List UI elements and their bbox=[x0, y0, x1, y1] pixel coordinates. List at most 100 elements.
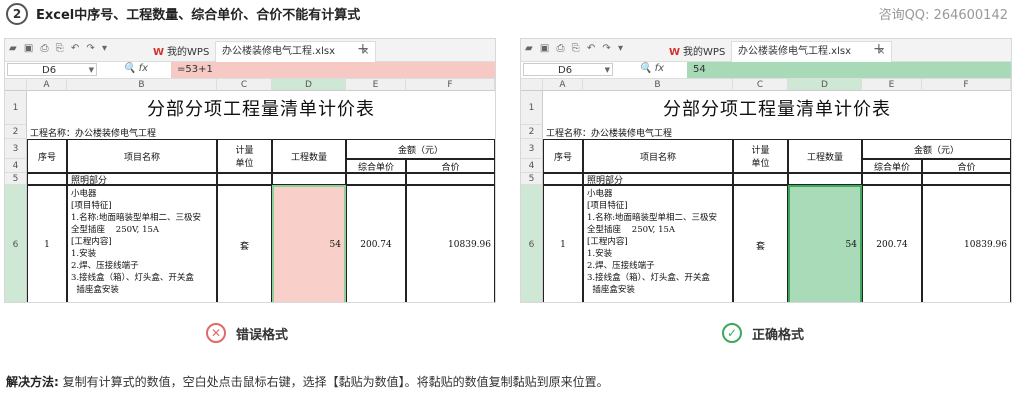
error-x-icon: ✕ bbox=[206, 323, 226, 343]
formula-input[interactable]: =53+1 bbox=[171, 62, 495, 78]
item-unit-price[interactable]: 200.74 bbox=[346, 185, 406, 302]
header-unit[interactable]: 计量 单位 bbox=[217, 139, 272, 173]
row-header-1[interactable]: 1 bbox=[521, 91, 543, 125]
header-amount[interactable]: 金额（元） bbox=[862, 139, 1011, 159]
row-header-5[interactable]: 5 bbox=[521, 173, 543, 185]
header-unit[interactable]: 计量 单位 bbox=[733, 139, 788, 173]
tab-file[interactable]: 办公楼装修电气工程.xlsx × bbox=[215, 41, 377, 62]
cell-f5[interactable] bbox=[922, 173, 1011, 185]
section-label[interactable]: 照明部分 bbox=[583, 173, 733, 186]
col-header-e[interactable]: E bbox=[862, 79, 922, 91]
wps-logo-icon: W bbox=[153, 47, 165, 58]
qq-contact: 咨询QQ: 264600142 bbox=[878, 8, 1008, 23]
item-seq[interactable]: 1 bbox=[27, 185, 67, 302]
cell-c5[interactable] bbox=[733, 173, 788, 185]
row-header-2[interactable]: 2 bbox=[521, 125, 543, 139]
formula-input[interactable]: 54 bbox=[687, 62, 1011, 78]
step-number-badge: 2 bbox=[6, 3, 28, 25]
tab-my-wps[interactable]: W 我的WPS bbox=[669, 43, 725, 58]
cell-a5[interactable] bbox=[543, 173, 583, 185]
wrong-format-label: ✕ 错误格式 bbox=[206, 320, 288, 346]
header-item-name[interactable]: 项目名称 bbox=[67, 139, 217, 173]
cell-f5[interactable] bbox=[406, 173, 495, 185]
page-header: 2 Excel中序号、工程数量、综合单价、合价不能有计算式 咨询QQ: 2646… bbox=[0, 0, 1014, 26]
section-label[interactable]: 照明部分 bbox=[67, 173, 217, 186]
cell-c5[interactable] bbox=[217, 173, 272, 185]
item-quantity-selected[interactable]: 54 bbox=[272, 185, 346, 302]
wrong-example-panel: ▰ ▣ ⎙ ⎘ ↶ ↷ ▾ W 我的WPS 办公楼装修电气工程.xlsx × + D… bbox=[4, 38, 496, 303]
row-header-4[interactable]: 4 bbox=[5, 159, 27, 173]
col-header-d[interactable]: D bbox=[272, 79, 346, 91]
solution-text: 解决方法: 复制有计算式的数值，空白处点击鼠标右键，选择【黏贴为数值】。将黏贴的… bbox=[6, 375, 609, 389]
header-item-name[interactable]: 项目名称 bbox=[583, 139, 733, 173]
corner-cell[interactable] bbox=[521, 79, 543, 91]
col-header-b[interactable]: B bbox=[583, 79, 733, 91]
item-description[interactable]: 小电器 [项目特征] 1.名称:地面暗装型单相二、三极安 全型插座 250V, … bbox=[67, 185, 217, 302]
item-total[interactable]: 10839.96 bbox=[922, 185, 1011, 302]
quick-access-icons[interactable]: ▰ ▣ ⎙ ⎘ ↶ ↷ ▾ bbox=[525, 43, 625, 54]
header-quantity[interactable]: 工程数量 bbox=[272, 139, 346, 173]
formula-bar: D6 ▼ 🔍 fx 54 bbox=[521, 62, 1011, 79]
fx-icon[interactable]: 🔍 fx bbox=[639, 63, 664, 74]
row-header-3[interactable]: 3 bbox=[521, 139, 543, 159]
new-tab-plus-icon[interactable]: + bbox=[357, 41, 369, 57]
col-header-f[interactable]: F bbox=[406, 79, 495, 91]
col-header-e[interactable]: E bbox=[346, 79, 406, 91]
tab-my-wps[interactable]: W 我的WPS bbox=[153, 43, 209, 58]
sheet-title[interactable]: 分部分项工程量清单计价表 bbox=[27, 91, 495, 125]
project-name[interactable]: 工程名称：办公楼装修电气工程 bbox=[543, 125, 1011, 139]
row-header-5[interactable]: 5 bbox=[5, 173, 27, 185]
col-header-b[interactable]: B bbox=[67, 79, 217, 91]
item-seq[interactable]: 1 bbox=[543, 185, 583, 302]
row-header-4[interactable]: 4 bbox=[521, 159, 543, 173]
correct-format-label: ✓ 正确格式 bbox=[722, 320, 804, 346]
cell-d5[interactable] bbox=[272, 173, 346, 185]
new-tab-plus-icon[interactable]: + bbox=[873, 41, 885, 57]
quick-access-icons[interactable]: ▰ ▣ ⎙ ⎘ ↶ ↷ ▾ bbox=[9, 43, 109, 54]
name-box[interactable]: D6 ▼ bbox=[523, 63, 613, 76]
app-toolbar: ▰ ▣ ⎙ ⎘ ↶ ↷ ▾ W 我的WPS 办公楼装修电气工程.xlsx × + bbox=[5, 39, 495, 62]
chevron-down-icon[interactable]: ▼ bbox=[89, 64, 94, 77]
corner-cell[interactable] bbox=[5, 79, 27, 91]
cell-a5[interactable] bbox=[27, 173, 67, 185]
wps-logo-icon: W bbox=[669, 47, 681, 58]
formula-bar: D6 ▼ 🔍 fx =53+1 bbox=[5, 62, 495, 79]
header-seq[interactable]: 序号 bbox=[27, 139, 67, 173]
tab-file[interactable]: 办公楼装修电气工程.xlsx × bbox=[731, 41, 893, 62]
header-unit-price[interactable]: 综合单价 bbox=[862, 159, 922, 173]
col-header-a[interactable]: A bbox=[27, 79, 67, 91]
header-unit-price[interactable]: 综合单价 bbox=[346, 159, 406, 173]
header-total[interactable]: 合价 bbox=[406, 159, 495, 173]
fx-icon[interactable]: 🔍 fx bbox=[123, 63, 148, 74]
item-unit[interactable]: 套 bbox=[217, 185, 272, 302]
row-header-3[interactable]: 3 bbox=[5, 139, 27, 159]
header-seq[interactable]: 序号 bbox=[543, 139, 583, 173]
col-header-c[interactable]: C bbox=[733, 79, 788, 91]
row-header-6[interactable]: 6 bbox=[521, 185, 543, 302]
cell-e5[interactable] bbox=[346, 173, 406, 185]
cell-d5[interactable] bbox=[788, 173, 862, 185]
row-header-1[interactable]: 1 bbox=[5, 91, 27, 125]
sheet-title[interactable]: 分部分项工程量清单计价表 bbox=[543, 91, 1011, 125]
header-quantity[interactable]: 工程数量 bbox=[788, 139, 862, 173]
col-header-c[interactable]: C bbox=[217, 79, 272, 91]
col-header-f[interactable]: F bbox=[922, 79, 1011, 91]
chevron-down-icon[interactable]: ▼ bbox=[605, 64, 610, 77]
cell-e5[interactable] bbox=[862, 173, 922, 185]
header-total[interactable]: 合价 bbox=[922, 159, 1011, 173]
correct-example-panel: ▰ ▣ ⎙ ⎘ ↶ ↷ ▾ W 我的WPS 办公楼装修电气工程.xlsx × + D… bbox=[520, 38, 1012, 303]
item-total[interactable]: 10839.96 bbox=[406, 185, 495, 302]
col-header-d[interactable]: D bbox=[788, 79, 862, 91]
row-header-6[interactable]: 6 bbox=[5, 185, 27, 302]
item-description[interactable]: 小电器 [项目特征] 1.名称:地面暗装型单相二、三极安 全型插座 250V, … bbox=[583, 185, 733, 302]
item-unit[interactable]: 套 bbox=[733, 185, 788, 302]
app-toolbar: ▰ ▣ ⎙ ⎘ ↶ ↷ ▾ W 我的WPS 办公楼装修电气工程.xlsx × + bbox=[521, 39, 1011, 62]
row-header-2[interactable]: 2 bbox=[5, 125, 27, 139]
item-unit-price[interactable]: 200.74 bbox=[862, 185, 922, 302]
header-amount[interactable]: 金额（元） bbox=[346, 139, 495, 159]
page-title: Excel中序号、工程数量、综合单价、合价不能有计算式 bbox=[36, 8, 361, 23]
item-quantity-selected[interactable]: 54 bbox=[788, 185, 862, 302]
project-name[interactable]: 工程名称：办公楼装修电气工程 bbox=[27, 125, 495, 139]
col-header-a[interactable]: A bbox=[543, 79, 583, 91]
name-box[interactable]: D6 ▼ bbox=[7, 63, 97, 76]
